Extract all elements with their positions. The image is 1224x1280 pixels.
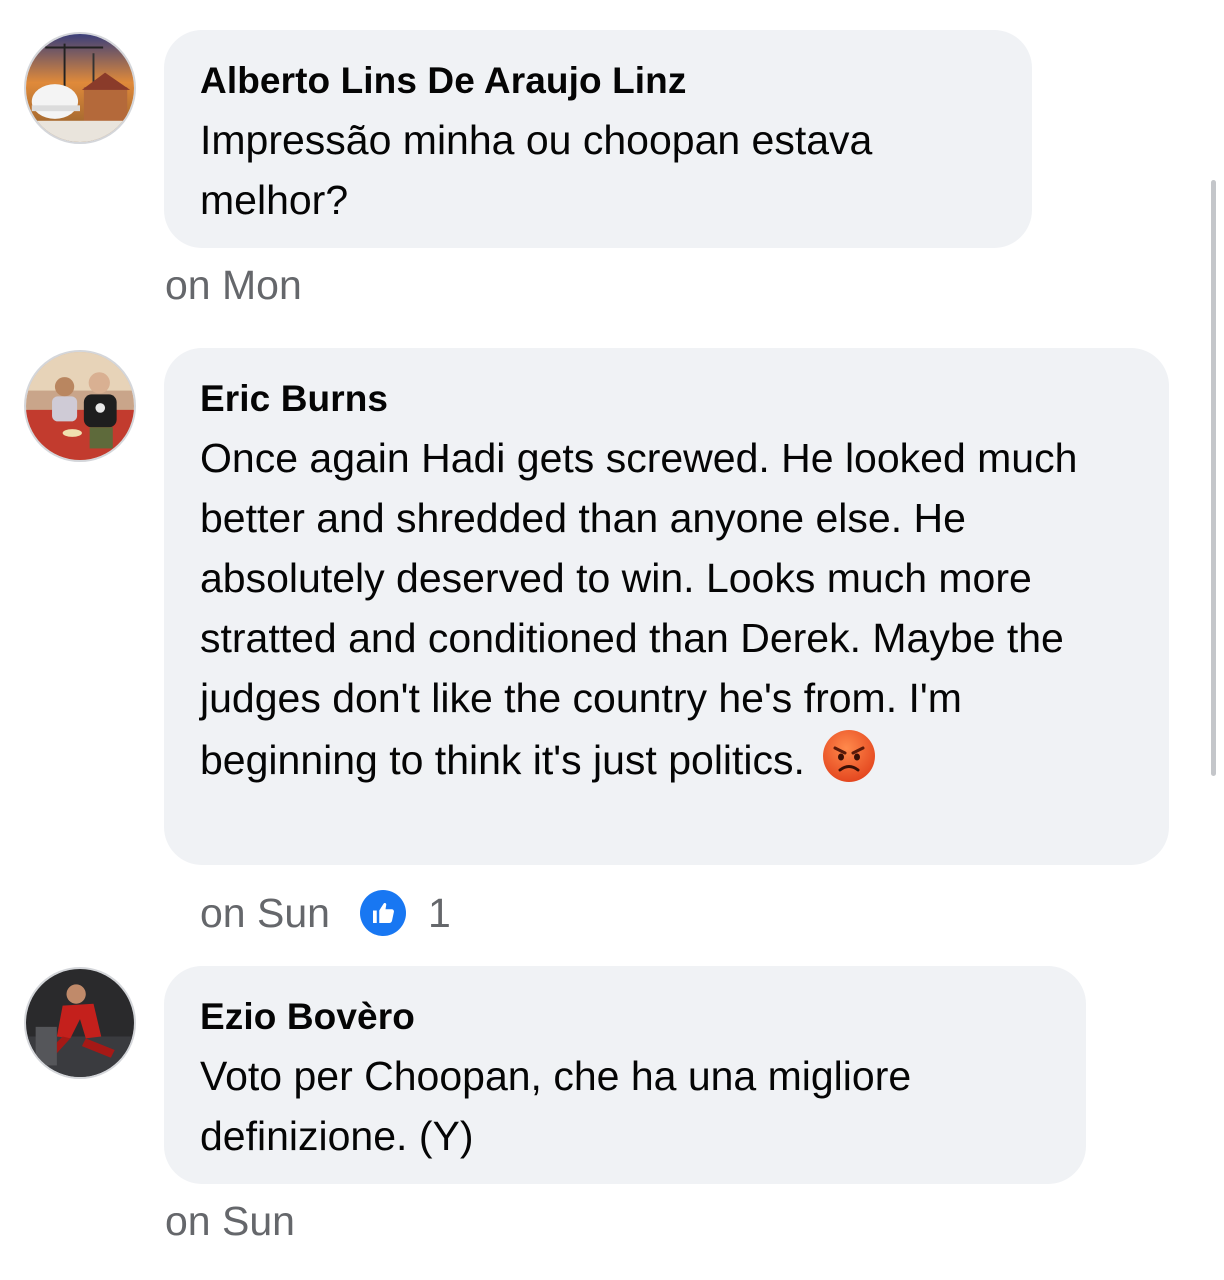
comment-timestamp[interactable]: on Sun [200, 890, 330, 937]
comment-author[interactable]: Alberto Lins De Araujo Linz [200, 58, 996, 104]
comment-bubble: Eric Burns Once again Hadi gets screwed.… [164, 348, 1169, 865]
comment-author[interactable]: Ezio Bovèro [200, 994, 1050, 1040]
comment-author[interactable]: Eric Burns [200, 376, 1133, 422]
comment-text-content: Once again Hadi gets screwed. He looked … [200, 435, 1078, 783]
comment-meta: on Sun 1 [200, 888, 451, 938]
comment-meta: on Sun [165, 1196, 295, 1246]
angry-face-emoji-icon [822, 730, 875, 782]
like-count[interactable]: 1 [428, 890, 451, 937]
comment-timestamp[interactable]: on Mon [165, 262, 302, 309]
red-figure-avatar-icon [26, 969, 134, 1077]
comment-timestamp[interactable]: on Sun [165, 1198, 295, 1245]
comment-text: Impressão minha ou choopan estava melhor… [200, 117, 873, 223]
two-men-avatar-icon [26, 352, 134, 460]
avatar[interactable] [24, 967, 136, 1079]
like-reaction-badge[interactable] [359, 890, 406, 936]
thumbs-up-icon [372, 902, 394, 923]
comment-text: Voto per Choopan, che ha una migliore de… [200, 1053, 912, 1159]
scrollbar[interactable] [1211, 180, 1216, 776]
avatar[interactable] [24, 350, 136, 462]
comment-text: Once again Hadi gets screwed. He looked … [200, 428, 1133, 790]
construction-worker-avatar-icon [26, 34, 134, 142]
comment-bubble: Ezio Bovèro Voto per Choopan, che ha una… [164, 966, 1086, 1184]
avatar[interactable] [24, 32, 136, 144]
comment-meta: on Mon [165, 260, 302, 310]
comment-bubble: Alberto Lins De Araujo Linz Impressão mi… [164, 30, 1032, 248]
